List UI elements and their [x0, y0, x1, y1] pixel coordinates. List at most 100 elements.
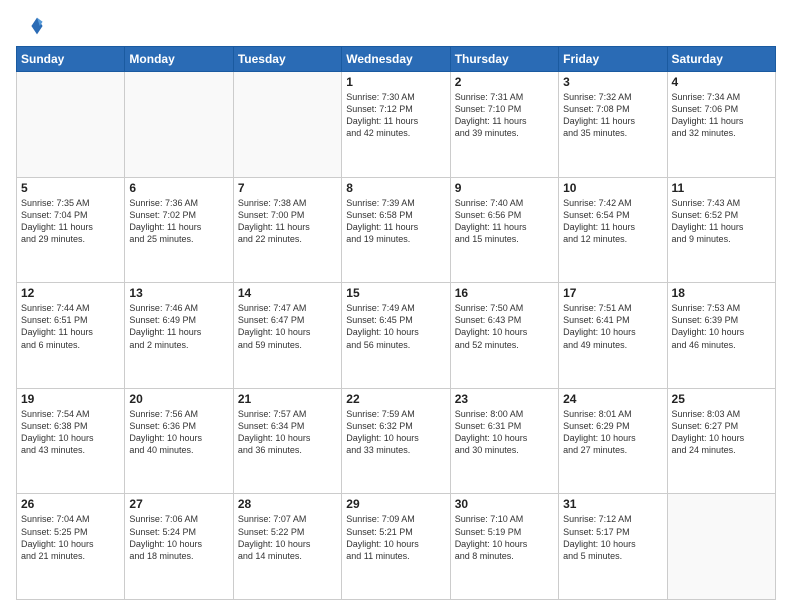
calendar-cell: 23 Sunrise: 8:00 AM Sunset: 6:31 PM Dayli…	[450, 388, 558, 494]
calendar-cell: 3 Sunrise: 7:32 AM Sunset: 7:08 PM Daylig…	[559, 72, 667, 178]
day-number: 20	[129, 392, 228, 406]
calendar-cell: 22 Sunrise: 7:59 AM Sunset: 6:32 PM Dayli…	[342, 388, 450, 494]
cell-info: Sunrise: 7:47 AM Sunset: 6:47 PM Dayligh…	[238, 302, 337, 351]
week-row-3: 19 Sunrise: 7:54 AM Sunset: 6:38 PM Dayli…	[17, 388, 776, 494]
day-number: 27	[129, 497, 228, 511]
day-number: 24	[563, 392, 662, 406]
cell-info: Sunrise: 7:43 AM Sunset: 6:52 PM Dayligh…	[672, 197, 771, 246]
day-number: 22	[346, 392, 445, 406]
day-number: 23	[455, 392, 554, 406]
cell-info: Sunrise: 7:59 AM Sunset: 6:32 PM Dayligh…	[346, 408, 445, 457]
cell-info: Sunrise: 7:32 AM Sunset: 7:08 PM Dayligh…	[563, 91, 662, 140]
day-number: 21	[238, 392, 337, 406]
day-number: 14	[238, 286, 337, 300]
cell-info: Sunrise: 7:39 AM Sunset: 6:58 PM Dayligh…	[346, 197, 445, 246]
calendar-cell: 15 Sunrise: 7:49 AM Sunset: 6:45 PM Dayli…	[342, 283, 450, 389]
day-number: 26	[21, 497, 120, 511]
week-row-1: 5 Sunrise: 7:35 AM Sunset: 7:04 PM Daylig…	[17, 177, 776, 283]
calendar-cell: 14 Sunrise: 7:47 AM Sunset: 6:47 PM Dayli…	[233, 283, 341, 389]
calendar-cell: 25Sunrise: 8:03 AM Sunset: 6:27 PM Dayli…	[667, 388, 775, 494]
cell-info: Sunrise: 7:36 AM Sunset: 7:02 PM Dayligh…	[129, 197, 228, 246]
calendar-cell: 6 Sunrise: 7:36 AM Sunset: 7:02 PM Daylig…	[125, 177, 233, 283]
cell-info: Sunrise: 7:53 AM Sunset: 6:39 PM Dayligh…	[672, 302, 771, 351]
calendar-cell: 12 Sunrise: 7:44 AM Sunset: 6:51 PM Dayli…	[17, 283, 125, 389]
day-number: 18	[672, 286, 771, 300]
day-number: 25	[672, 392, 771, 406]
day-number: 8	[346, 181, 445, 195]
calendar-cell: 13Sunrise: 7:46 AM Sunset: 6:49 PM Dayli…	[125, 283, 233, 389]
cell-info: Sunrise: 8:00 AM Sunset: 6:31 PM Dayligh…	[455, 408, 554, 457]
cell-info: Sunrise: 7:12 AM Sunset: 5:17 PM Dayligh…	[563, 513, 662, 562]
cell-info: Sunrise: 7:57 AM Sunset: 6:34 PM Dayligh…	[238, 408, 337, 457]
calendar-cell: 21 Sunrise: 7:57 AM Sunset: 6:34 PM Dayli…	[233, 388, 341, 494]
cell-info: Sunrise: 7:06 AM Sunset: 5:24 PM Dayligh…	[129, 513, 228, 562]
cell-info: Sunrise: 7:51 AM Sunset: 6:41 PM Dayligh…	[563, 302, 662, 351]
calendar-cell	[125, 72, 233, 178]
calendar-cell	[667, 494, 775, 600]
day-number: 16	[455, 286, 554, 300]
cell-info: Sunrise: 7:10 AM Sunset: 5:19 PM Dayligh…	[455, 513, 554, 562]
calendar-cell: 11 Sunrise: 7:43 AM Sunset: 6:52 PM Dayli…	[667, 177, 775, 283]
calendar-cell: 27 Sunrise: 7:06 AM Sunset: 5:24 PM Dayli…	[125, 494, 233, 600]
day-number: 12	[21, 286, 120, 300]
day-number: 7	[238, 181, 337, 195]
cell-info: Sunrise: 7:09 AM Sunset: 5:21 PM Dayligh…	[346, 513, 445, 562]
col-header-wednesday: Wednesday	[342, 47, 450, 72]
cell-info: Sunrise: 7:38 AM Sunset: 7:00 PM Dayligh…	[238, 197, 337, 246]
calendar-cell: 18 Sunrise: 7:53 AM Sunset: 6:39 PM Dayli…	[667, 283, 775, 389]
day-number: 3	[563, 75, 662, 89]
cell-info: Sunrise: 7:30 AM Sunset: 7:12 PM Dayligh…	[346, 91, 445, 140]
calendar-cell: 1 Sunrise: 7:30 AM Sunset: 7:12 PM Daylig…	[342, 72, 450, 178]
day-number: 31	[563, 497, 662, 511]
day-number: 9	[455, 181, 554, 195]
calendar-cell: 20 Sunrise: 7:56 AM Sunset: 6:36 PM Dayli…	[125, 388, 233, 494]
week-row-2: 12 Sunrise: 7:44 AM Sunset: 6:51 PM Dayli…	[17, 283, 776, 389]
col-header-monday: Monday	[125, 47, 233, 72]
calendar-cell: 2 Sunrise: 7:31 AM Sunset: 7:10 PM Daylig…	[450, 72, 558, 178]
day-number: 10	[563, 181, 662, 195]
cell-info: Sunrise: 7:35 AM Sunset: 7:04 PM Dayligh…	[21, 197, 120, 246]
logo-icon	[16, 12, 44, 40]
cell-info: Sunrise: 7:44 AM Sunset: 6:51 PM Dayligh…	[21, 302, 120, 351]
header	[16, 12, 776, 40]
day-number: 29	[346, 497, 445, 511]
calendar-cell: 16 Sunrise: 7:50 AM Sunset: 6:43 PM Dayli…	[450, 283, 558, 389]
cell-info: Sunrise: 8:01 AM Sunset: 6:29 PM Dayligh…	[563, 408, 662, 457]
col-header-friday: Friday	[559, 47, 667, 72]
cell-info: Sunrise: 7:42 AM Sunset: 6:54 PM Dayligh…	[563, 197, 662, 246]
col-header-tuesday: Tuesday	[233, 47, 341, 72]
day-number: 15	[346, 286, 445, 300]
day-number: 2	[455, 75, 554, 89]
cell-info: Sunrise: 7:49 AM Sunset: 6:45 PM Dayligh…	[346, 302, 445, 351]
day-number: 6	[129, 181, 228, 195]
cell-info: Sunrise: 7:34 AM Sunset: 7:06 PM Dayligh…	[672, 91, 771, 140]
day-number: 17	[563, 286, 662, 300]
calendar-cell: 8 Sunrise: 7:39 AM Sunset: 6:58 PM Daylig…	[342, 177, 450, 283]
calendar-cell: 24 Sunrise: 8:01 AM Sunset: 6:29 PM Dayli…	[559, 388, 667, 494]
header-row: SundayMondayTuesdayWednesdayThursdayFrid…	[17, 47, 776, 72]
logo	[16, 12, 48, 40]
day-number: 19	[21, 392, 120, 406]
cell-info: Sunrise: 7:40 AM Sunset: 6:56 PM Dayligh…	[455, 197, 554, 246]
calendar-cell: 7 Sunrise: 7:38 AM Sunset: 7:00 PM Daylig…	[233, 177, 341, 283]
day-number: 4	[672, 75, 771, 89]
calendar-cell: 17 Sunrise: 7:51 AM Sunset: 6:41 PM Dayli…	[559, 283, 667, 389]
col-header-sunday: Sunday	[17, 47, 125, 72]
day-number: 28	[238, 497, 337, 511]
calendar-cell: 31 Sunrise: 7:12 AM Sunset: 5:17 PM Dayli…	[559, 494, 667, 600]
day-number: 5	[21, 181, 120, 195]
cell-info: Sunrise: 7:54 AM Sunset: 6:38 PM Dayligh…	[21, 408, 120, 457]
cell-info: Sunrise: 7:04 AM Sunset: 5:25 PM Dayligh…	[21, 513, 120, 562]
cell-info: Sunrise: 7:50 AM Sunset: 6:43 PM Dayligh…	[455, 302, 554, 351]
calendar-cell: 29 Sunrise: 7:09 AM Sunset: 5:21 PM Dayli…	[342, 494, 450, 600]
col-header-saturday: Saturday	[667, 47, 775, 72]
calendar-cell	[233, 72, 341, 178]
day-number: 1	[346, 75, 445, 89]
cell-info: Sunrise: 7:56 AM Sunset: 6:36 PM Dayligh…	[129, 408, 228, 457]
week-row-0: 1 Sunrise: 7:30 AM Sunset: 7:12 PM Daylig…	[17, 72, 776, 178]
page: SundayMondayTuesdayWednesdayThursdayFrid…	[0, 0, 792, 612]
calendar-table: SundayMondayTuesdayWednesdayThursdayFrid…	[16, 46, 776, 600]
day-number: 11	[672, 181, 771, 195]
calendar-cell: 26 Sunrise: 7:04 AM Sunset: 5:25 PM Dayli…	[17, 494, 125, 600]
cell-info: Sunrise: 7:31 AM Sunset: 7:10 PM Dayligh…	[455, 91, 554, 140]
